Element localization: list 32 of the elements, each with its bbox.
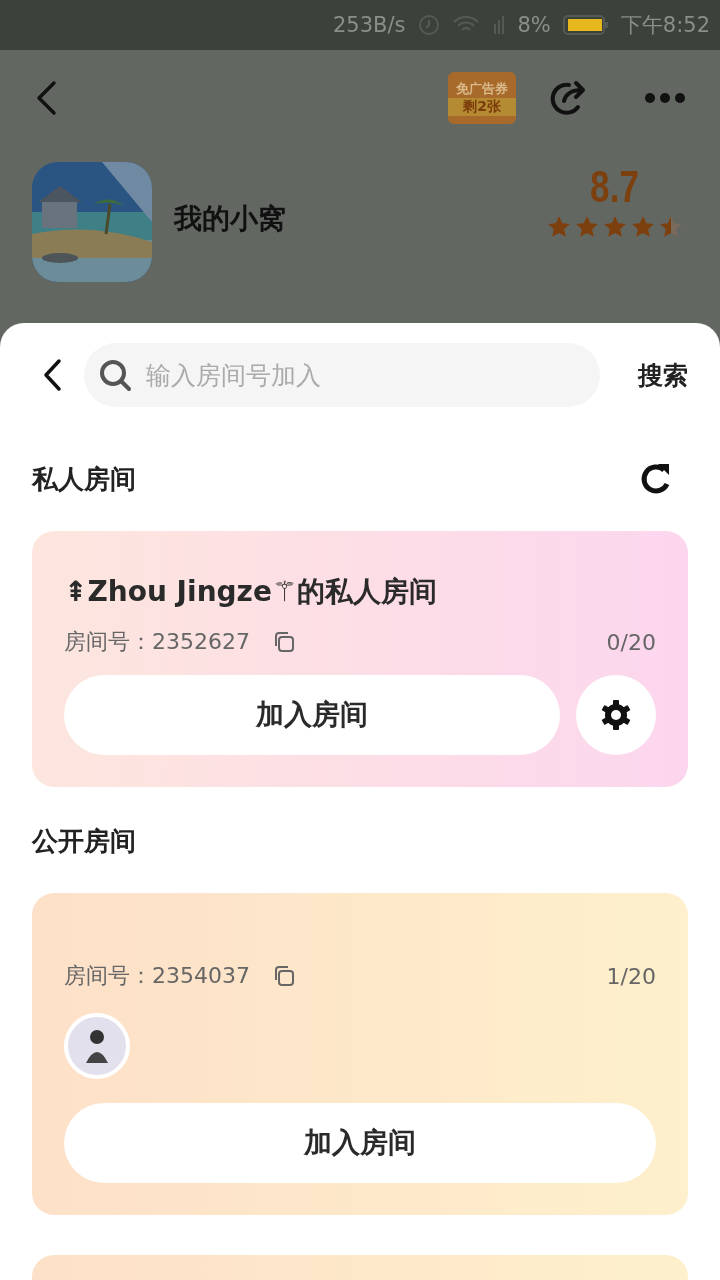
- copy-icon[interactable]: [272, 964, 296, 988]
- join-room-button[interactable]: 加入房间: [64, 675, 560, 755]
- star-icon: [574, 214, 600, 240]
- occupancy-count: 0/20: [606, 629, 656, 655]
- star-icon: [630, 214, 656, 240]
- refresh-icon[interactable]: [640, 462, 672, 496]
- clock: 下午8:52: [620, 12, 710, 39]
- network-speed: 253B/s: [333, 13, 406, 37]
- room-number: 房间号：2354037: [64, 962, 250, 990]
- alarm-icon: [417, 14, 440, 36]
- room-title: ⇞Zhou Jingze⚚的私人房间: [64, 574, 438, 610]
- star-icon: [658, 214, 684, 240]
- occupancy-count: 1/20: [606, 963, 656, 989]
- search-button[interactable]: 搜索: [638, 358, 688, 392]
- search-icon: [98, 358, 132, 392]
- room-number: 房间号：2352627: [64, 628, 250, 656]
- settings-icon: [599, 698, 633, 732]
- section-title: 公开房间: [32, 824, 136, 858]
- rating-score: 8.7: [590, 162, 640, 212]
- signal-icon: [491, 14, 506, 36]
- section-title: 私人房间: [32, 462, 136, 496]
- star-icon: [602, 214, 628, 240]
- more-icon[interactable]: [644, 92, 686, 104]
- avatar: [64, 1013, 130, 1079]
- search-field[interactable]: 输入房间号加入: [84, 343, 600, 407]
- battery-percent: 8%: [517, 13, 551, 37]
- star-icon: [546, 214, 572, 240]
- join-room-button[interactable]: 加入房间: [64, 1103, 656, 1183]
- app-name: 我的小窝: [174, 201, 286, 237]
- copy-icon[interactable]: [272, 630, 296, 654]
- back-icon[interactable]: [42, 358, 62, 392]
- battery-icon: [562, 15, 609, 35]
